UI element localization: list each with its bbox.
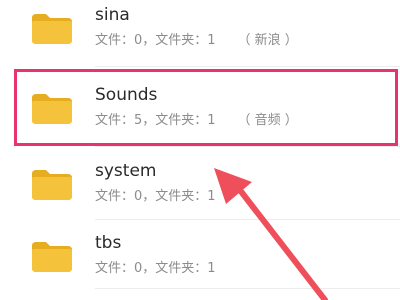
folder-meta: 文件：5，文件夹：1 （ 音频 ） — [95, 112, 298, 130]
list-item-system[interactable]: system 文件：0，文件夹：1 — [0, 148, 400, 220]
folder-icon — [32, 242, 72, 272]
folder-icon — [32, 14, 72, 44]
folder-tag: （ 音频 ） — [237, 113, 298, 128]
folder-meta: 文件：0，文件夹：1 — [95, 260, 216, 278]
divider — [95, 146, 400, 147]
folder-counts: 文件：0，文件夹：1 — [95, 33, 216, 48]
folder-name: Sounds — [95, 85, 158, 105]
list-item-tbs[interactable]: tbs 文件：0，文件夹：1 — [0, 220, 400, 292]
folder-meta: 文件：0，文件夹：1 （ 新浪 ） — [95, 32, 298, 50]
folder-name: tbs — [95, 233, 122, 253]
folder-meta: 文件：0，文件夹：1 — [95, 188, 216, 206]
folder-icon — [32, 94, 72, 124]
folder-list: sina 文件：0，文件夹：1 （ 新浪 ） Sounds 文件：5，文件夹：1 （… — [0, 0, 400, 300]
folder-counts: 文件：0，文件夹：1 — [95, 261, 216, 276]
folder-tag: （ 新浪 ） — [237, 33, 298, 48]
folder-counts: 文件：0，文件夹：1 — [95, 189, 216, 204]
divider — [95, 288, 400, 289]
list-item-sina[interactable]: sina 文件：0，文件夹：1 （ 新浪 ） — [0, 0, 400, 64]
folder-name: sina — [95, 5, 130, 25]
list-item-sounds[interactable]: Sounds 文件：5，文件夹：1 （ 音频 ） — [0, 72, 400, 144]
divider — [95, 66, 400, 67]
folder-counts: 文件：5，文件夹：1 — [95, 113, 216, 128]
folder-name: system — [95, 161, 157, 181]
folder-icon — [32, 170, 72, 200]
